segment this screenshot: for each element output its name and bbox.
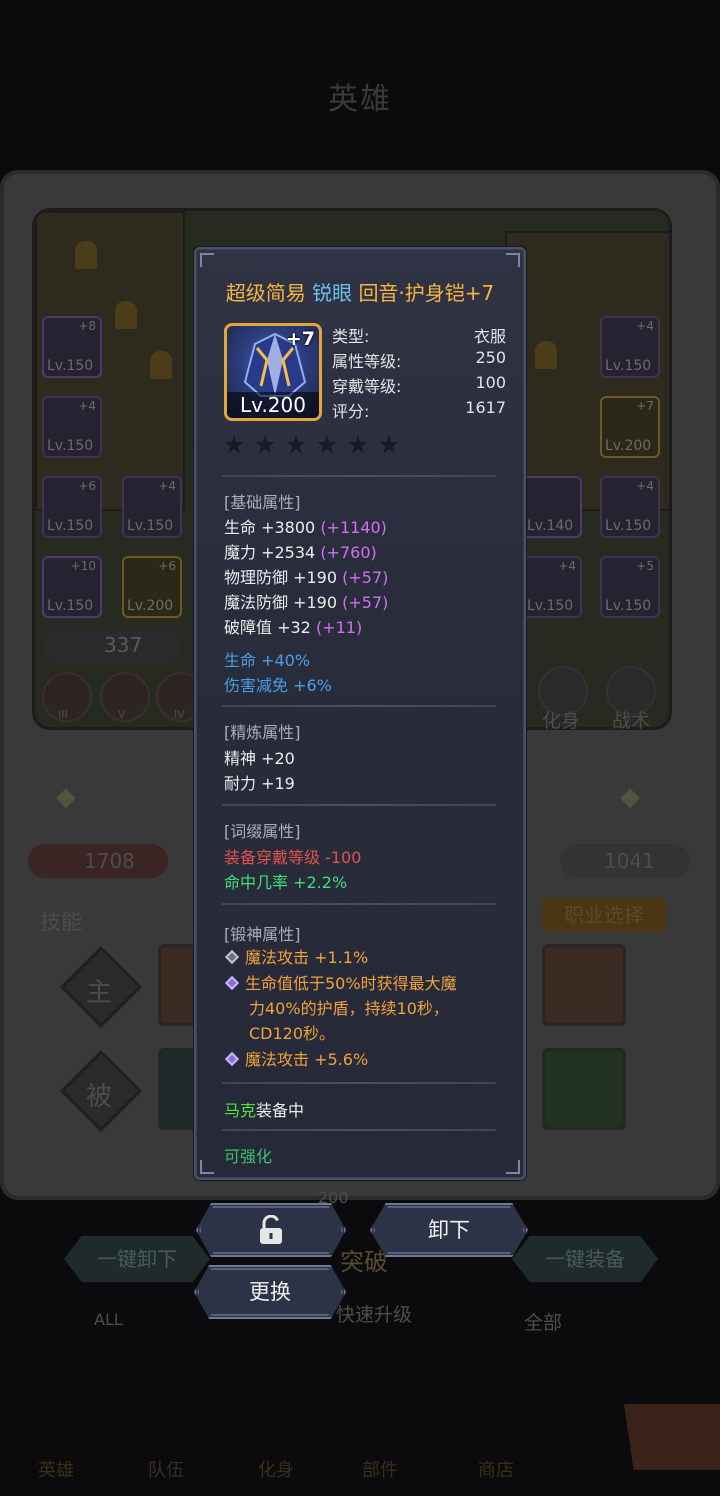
right-sparkle-icon: ◆ [620,782,640,812]
skill-card-4[interactable] [542,1048,626,1130]
power-counter: 337 [42,628,182,662]
equip-slot-right-6[interactable]: +5 Lv.150 [600,556,660,618]
quick-level-button[interactable]: 快速升级 [336,1300,412,1327]
equip-all-button[interactable]: 一键装备 [512,1236,658,1282]
affix-positive: 命中几率 +2.2% [224,873,348,892]
tab-team[interactable]: 队伍 [136,1456,196,1482]
next-arrow-button[interactable] [624,1404,720,1470]
refine-attr-stamina: 耐力 +19 [224,774,295,793]
item-name: 超级简易 锐眼 回音·护身铠+7 [225,281,495,305]
left-sparkle-icon: ◆ [56,782,76,812]
equip-slot-left-6[interactable]: +6 Lv.200 [122,556,182,618]
tab-avatar[interactable]: 化身 [246,1456,306,1482]
star-icon [348,435,368,454]
basic-attr-break: 破障值 +32 (+11) [224,618,363,637]
equip-slot-left-2[interactable]: +4 Lv.150 [42,396,102,458]
diamond-bullet-icon [224,949,240,965]
right-power-score: 1041 [560,844,690,878]
enhance-available: 可强化 [224,1147,273,1166]
item-plus-badge: +7 [285,328,315,350]
tactics-label: 战术 [612,710,651,732]
refine-attr-spirit: 精神 +20 [224,749,295,768]
transform-label: 化身 [542,710,581,732]
star-icon [317,435,337,454]
left-power-score: 1708 [28,844,168,878]
item-stats: 类型: 衣服 属性等级: 250 穿戴等级: 100 评分: 1617 [332,327,506,421]
tab-parts[interactable]: 部件 [350,1456,410,1482]
forge-line-2: 生命值低于50%时获得最大魔 力40%的护盾，持续10秒， CD120秒。 [224,971,457,1046]
skill-card-3[interactable] [542,944,626,1026]
forge-attr-title: [锻神属性] [224,925,301,944]
star-icon [255,435,275,454]
lock-button[interactable] [196,1203,346,1257]
screen-title: 英雄 [328,82,392,117]
basic-extra-dmg-reduce: 伤害减免 +6% [224,676,332,695]
star-icon [379,435,399,454]
star-icon [224,435,244,454]
equip-slot-left-1[interactable]: +8 Lv.150 [42,316,102,378]
star-rating [224,435,399,455]
basic-attr-hp: 生命 +3800 (+1140) [224,518,387,537]
forge-line-1: 魔法攻击 +1.1% [224,945,368,970]
diamond-bullet-icon [224,975,240,991]
rank-label-1: III [58,708,68,721]
class-select-button[interactable]: 职业选择 [542,898,666,932]
basic-attr-pdef: 物理防御 +190 (+57) [224,568,389,587]
equip-slot-right-3[interactable]: Lv.140 [522,476,582,538]
item-detail-panel: 超级简易 锐眼 回音·护身铠+7 +7 Lv.200 类型: 衣服 属性等级: 25… [194,247,526,1180]
unequip-button[interactable]: 卸下 [370,1203,528,1257]
equip-slot-left-3[interactable]: +6 Lv.150 [42,476,102,538]
tab-shop[interactable]: 商店 [466,1456,526,1482]
replace-button[interactable]: 更换 [194,1265,346,1319]
diamond-bullet-icon [224,1051,240,1067]
skill-active-label: 主 [86,978,113,1008]
affix-negative: 装备穿戴等级 -100 [224,848,362,867]
basic-extra-hp: 生命 +40% [224,651,311,670]
equip-slot-right-4[interactable]: +4 Lv.150 [600,476,660,538]
rank-label-3: IV [174,708,185,721]
basic-attr-mp: 魔力 +2534 (+760) [224,543,377,562]
star-icon [286,435,306,454]
affix-attr-title: [词缀属性] [224,822,301,841]
basic-attr-title: [基础属性] [224,493,301,512]
forge-line-3: 魔法攻击 +5.6% [224,1047,368,1072]
rank-label-2: V [118,708,126,721]
equip-slot-right-2[interactable]: +7 Lv.200 [600,396,660,458]
equip-slot-right-1[interactable]: +4 Lv.150 [600,316,660,378]
unlock-icon [260,1215,282,1244]
skills-label: 技能 [40,910,82,934]
tab-hero[interactable]: 英雄 [26,1456,86,1482]
equip-slot-left-5[interactable]: +10 Lv.150 [42,556,102,618]
item-level-badge: Lv.200 [227,392,319,418]
equipped-status: 马克装备中 [224,1101,305,1120]
basic-attr-mdef: 魔法防御 +190 (+57) [224,593,389,612]
filter-all-icon[interactable]: ALL [94,1310,123,1329]
armor-item-icon: +7 Lv.200 [224,323,322,421]
refine-attr-title: [精炼属性] [224,723,301,742]
equip-slot-right-5[interactable]: +4 Lv.150 [522,556,582,618]
filter-all-label[interactable]: 全部 [524,1308,562,1335]
unequip-all-button[interactable]: 一键卸下 [64,1236,210,1282]
skill-passive-label: 被 [86,1082,113,1112]
equip-slot-left-4[interactable]: +4 Lv.150 [122,476,182,538]
